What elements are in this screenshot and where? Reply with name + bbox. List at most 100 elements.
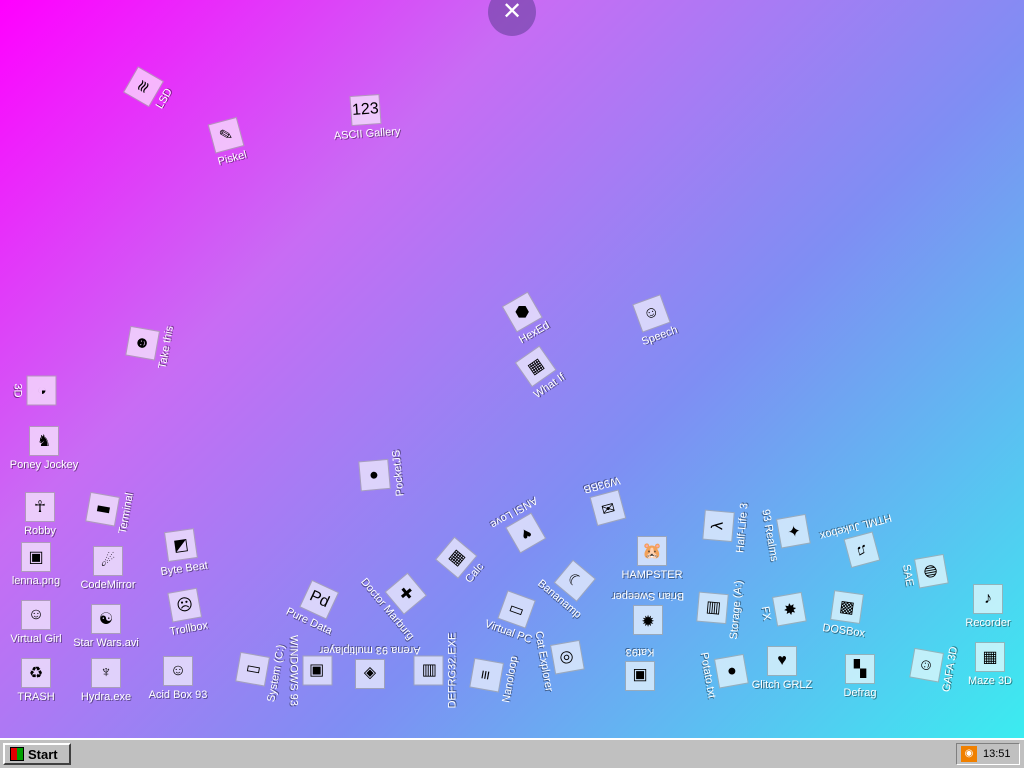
icon-label: Brian Sweeper bbox=[611, 590, 685, 602]
trollbox-icon: ☹ bbox=[167, 587, 203, 623]
desktop-icon-w93bb[interactable]: ✉ W93BB bbox=[562, 468, 651, 532]
icon-label: lenna.png bbox=[11, 575, 61, 587]
cat-explorer-icon: ◎ bbox=[550, 639, 585, 675]
desktop-icon-acid-box-93[interactable]: ☺ Acid Box 93 bbox=[138, 656, 218, 701]
icon-label: Virtual Girl bbox=[10, 633, 62, 645]
desktop-icon-glitch-grlz[interactable]: ♥ Glitch GRLZ bbox=[742, 646, 822, 691]
desktop-icon-arena-93[interactable]: ◈ Arena 93 multiplayer bbox=[320, 644, 420, 689]
desktop-icon-sae[interactable]: ◍ SAE bbox=[895, 529, 953, 616]
robby-icon: ☥ bbox=[25, 492, 55, 522]
start-button[interactable]: Start bbox=[3, 743, 71, 765]
desktop-icon-html-jukebox[interactable]: ♫ HTML Jukebox bbox=[816, 510, 905, 574]
virtual-girl-icon: ☺ bbox=[21, 600, 51, 630]
taskbar: Start ◉ 13:51 bbox=[0, 738, 1024, 768]
desktop-icon-virtual-girl[interactable]: ☺ Virtual Girl bbox=[0, 600, 76, 645]
icon-label: Hydra.exe bbox=[80, 691, 132, 703]
icon-label: CodeMirror bbox=[80, 579, 136, 591]
desktop-icon-half-life-3[interactable]: λ Half-Life 3 bbox=[700, 485, 752, 569]
desktop-icon-poney-jockey[interactable]: ♞ Poney Jockey bbox=[4, 426, 84, 471]
desktop-icon-nanoloop[interactable]: ≡ Nanoloop bbox=[465, 633, 523, 720]
desktop-icon-trash[interactable]: ♻ TRASH bbox=[0, 658, 76, 703]
desktop-icon-cat-explorer[interactable]: ◎ Cat Explorer bbox=[531, 615, 589, 702]
desktop-icon-brian-sweeper[interactable]: ✹ Brian Sweeper bbox=[608, 590, 688, 635]
desktop-icon-star-wars[interactable]: ☯ Star Wars.avi bbox=[66, 604, 146, 649]
nanoloop-icon: ≡ bbox=[469, 657, 504, 693]
icon-label: Recorder bbox=[965, 617, 1011, 629]
desktop-icon-kat93[interactable]: ▣ Kat93 bbox=[600, 646, 680, 691]
icon-label: Arena 93 multiplayer bbox=[319, 644, 421, 656]
lenna-icon: ▣ bbox=[21, 542, 51, 572]
desktop-icon-recorder[interactable]: ♪ Recorder bbox=[948, 584, 1024, 629]
desktop-icon-ascii-gallery[interactable]: 123 ASCII Gallery bbox=[325, 92, 408, 142]
desktop-icon-dosbox[interactable]: ▩ DOSBox bbox=[803, 587, 888, 643]
defrg32-icon: ▤ bbox=[413, 655, 444, 686]
icon-label: HAMPSTER bbox=[621, 569, 683, 581]
maze-icon: ▦ bbox=[975, 642, 1005, 672]
lips-icon: ♥ bbox=[767, 646, 797, 676]
clock: 13:51 bbox=[983, 748, 1011, 760]
3d-icon: ◔ bbox=[26, 375, 57, 406]
icon-label: DEFRG32.EXE bbox=[446, 632, 459, 709]
icon-label: DOSBox bbox=[821, 621, 866, 640]
desktop-icon-hampster[interactable]: 🐹 HAMPSTER bbox=[612, 536, 692, 581]
icon-label: Maze 3D bbox=[967, 675, 1013, 687]
desktop-icon-lenna[interactable]: ▣ lenna.png bbox=[0, 542, 76, 587]
icon-label: 3D bbox=[11, 383, 24, 398]
desktop-icon-trollbox[interactable]: ☹ Trollbox bbox=[143, 583, 230, 641]
floppy-icon: ▤ bbox=[696, 591, 729, 625]
system-tray: ◉ 13:51 bbox=[956, 743, 1020, 765]
w93bb-icon: ✉ bbox=[589, 489, 627, 527]
icon-label: Poney Jockey bbox=[9, 459, 79, 471]
take-this-icon: ☻ bbox=[125, 325, 160, 361]
icon-label: Half-Life 3 bbox=[734, 502, 751, 554]
terminal-icon: ▮ bbox=[85, 491, 120, 527]
icon-label: Cat Explorer bbox=[532, 630, 555, 693]
icon-label: SAE bbox=[899, 563, 916, 588]
windows-icon: ▣ bbox=[302, 655, 333, 686]
pocketjs-icon: ● bbox=[358, 458, 391, 492]
desktop-icon-byte-beat[interactable]: ◩ Byte Beat bbox=[139, 525, 224, 581]
rss-icon[interactable]: ◉ bbox=[961, 746, 977, 762]
desktop-icon-fx[interactable]: ✸ FX bbox=[753, 567, 811, 654]
icon-label: Trollbox bbox=[168, 619, 209, 639]
icon-label: Robby bbox=[24, 525, 56, 537]
hydra-icon: ♆ bbox=[91, 658, 121, 688]
desktop-icon-terminal[interactable]: ▮ Terminal bbox=[81, 467, 139, 554]
desktop-icon-lsd[interactable]: ≋ LSD bbox=[111, 45, 190, 137]
arena-icon: ◈ bbox=[355, 659, 385, 689]
defrag-icon: ▚ bbox=[845, 654, 875, 684]
sae-icon: ◍ bbox=[914, 553, 949, 589]
hampster-icon: 🐹 bbox=[637, 536, 667, 566]
brian-sweeper-icon: ✹ bbox=[633, 605, 663, 635]
close-button[interactable]: ✕ bbox=[488, 0, 536, 36]
trash-icon: ♻ bbox=[21, 658, 51, 688]
desktop-icon-windows-93[interactable]: ▣ WINDOWS 93 bbox=[288, 631, 333, 711]
desktop-icon-3d[interactable]: ◔ 3D bbox=[12, 351, 57, 431]
desktop-icon-hydra[interactable]: ♆ Hydra.exe bbox=[66, 658, 146, 703]
desktop-icon-maze-3d[interactable]: ▦ Maze 3D bbox=[950, 642, 1024, 687]
gafa-icon: ☺ bbox=[909, 647, 944, 683]
system-drive-icon: ▯ bbox=[235, 651, 270, 687]
start-logo-icon bbox=[10, 747, 24, 761]
desktop-icon-speech[interactable]: ☺ Speech bbox=[609, 286, 700, 356]
byte-beat-icon: ◩ bbox=[164, 528, 198, 563]
codemirror-icon: ☄ bbox=[93, 546, 123, 576]
smiley-icon: ☺ bbox=[163, 656, 193, 686]
desktop-icon-take-this[interactable]: ☻ Take this bbox=[121, 301, 179, 388]
desktop-icon-robby[interactable]: ☥ Robby bbox=[0, 492, 80, 537]
desktop-icon-system-c[interactable]: ▯ System (C:) bbox=[231, 627, 289, 714]
icon-label: Kat93 bbox=[625, 646, 655, 658]
icon-label: ASCII Gallery bbox=[333, 125, 401, 143]
desktop-icon-codemirror[interactable]: ☄ CodeMirror bbox=[68, 546, 148, 591]
desktop-icon-piskel[interactable]: ✎ Piskel bbox=[184, 110, 273, 174]
microphone-icon: ♪ bbox=[973, 584, 1003, 614]
desktop-icon-93-realms[interactable]: ✦ 93 Realms bbox=[757, 489, 815, 576]
icon-label: Byte Beat bbox=[159, 559, 209, 579]
icon-label: Glitch GRLZ bbox=[751, 679, 813, 691]
desktop-icon-defrg32[interactable]: ▤ DEFRG32.EXE bbox=[413, 631, 459, 711]
yoda-icon: ☯ bbox=[91, 604, 121, 634]
desktop-icon-pocketjs[interactable]: ● PocketJS bbox=[356, 433, 408, 517]
realms-icon: ✦ bbox=[776, 513, 811, 549]
desktop-icon-defrag[interactable]: ▚ Defrag bbox=[820, 654, 900, 699]
fx-icon: ✸ bbox=[772, 591, 807, 627]
